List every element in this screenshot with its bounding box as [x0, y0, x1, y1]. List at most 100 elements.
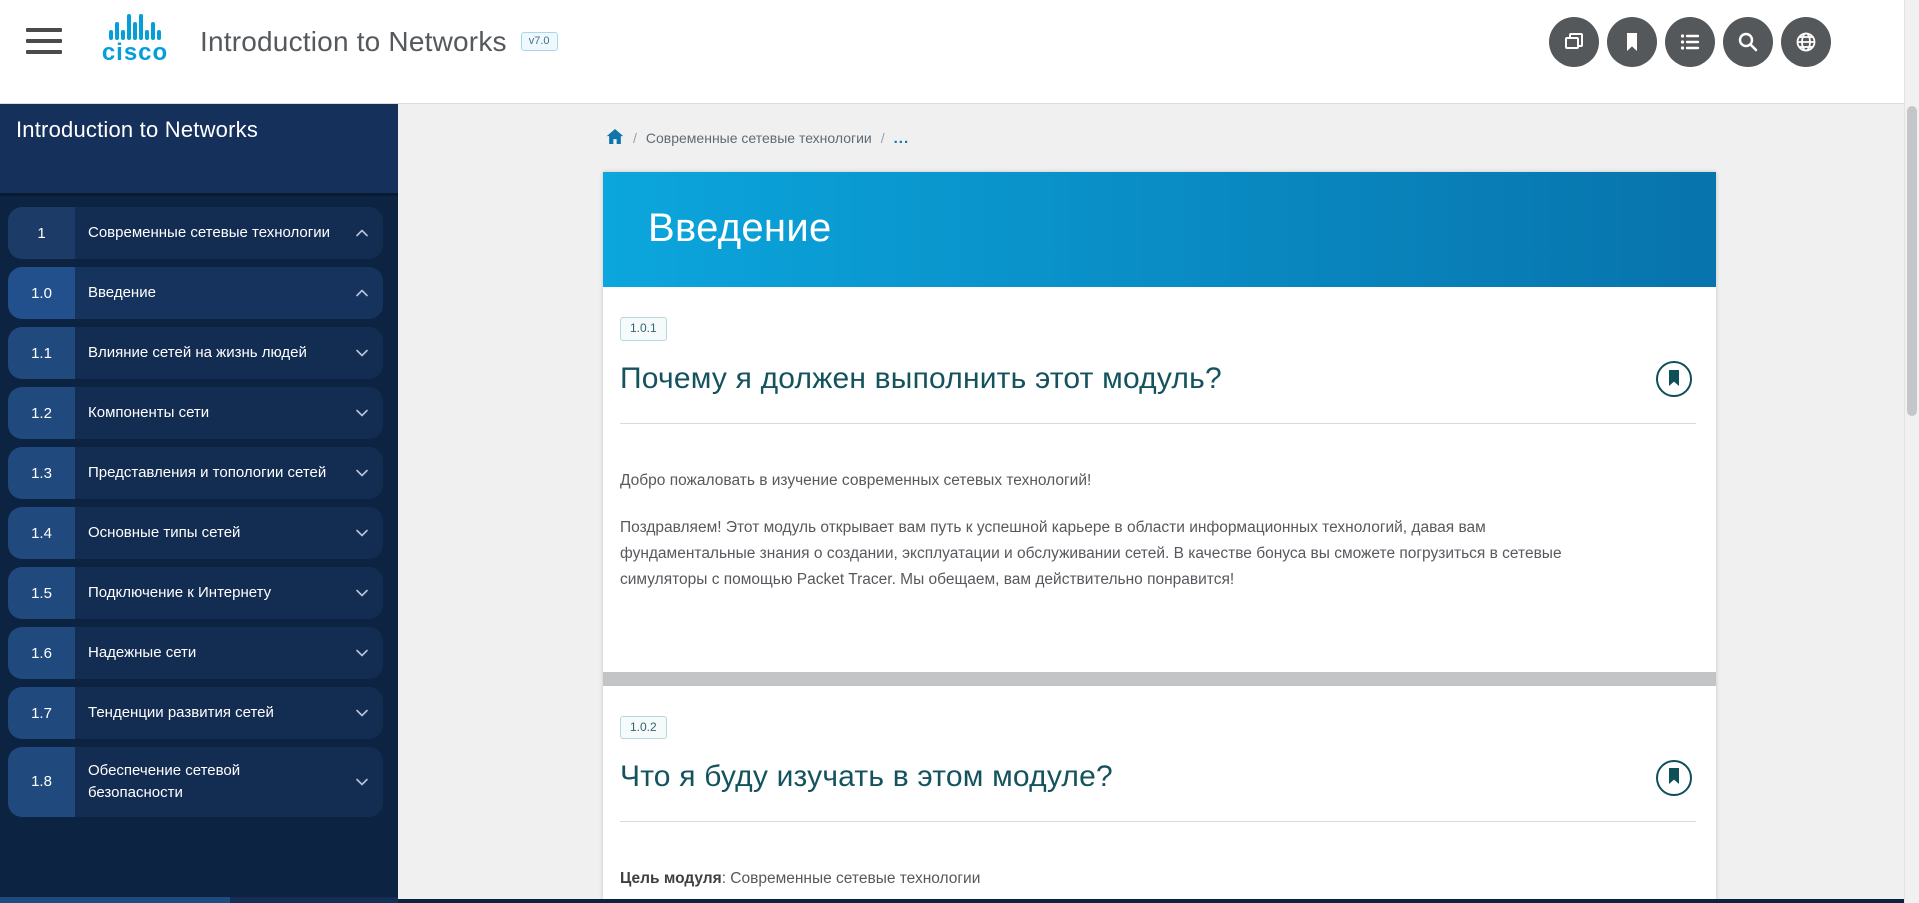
cisco-logo-bars [106, 14, 164, 40]
chevron-down-icon [341, 583, 383, 603]
nav-item-label: Подключение к Интернету [75, 569, 341, 617]
home-icon [606, 128, 624, 148]
chevron-down-icon [341, 772, 383, 792]
breadcrumb-separator: / [881, 130, 885, 146]
section-heading: Что я буду изучать в этом модуле? [620, 760, 1696, 794]
main-content: / Современные сетевые технологии / ... В… [398, 104, 1904, 903]
sidebar-nav-item[interactable]: 1.0 Введение [8, 267, 383, 319]
banner-title: Введение [603, 172, 1716, 251]
bookmark-icon [1667, 768, 1681, 787]
cisco-logo-text: cisco [102, 41, 168, 65]
content-card: Введение 1.0.1 Почему я должен выполнить… [603, 172, 1716, 903]
chevron-up-icon [341, 283, 383, 303]
breadcrumb: / Современные сетевые технологии / ... [398, 104, 1904, 172]
sidebar-nav-item[interactable]: 1.4 Основные типы сетей [8, 507, 383, 559]
nav-item-label: Введение [75, 269, 341, 317]
paragraph: Поздравляем! Этот модуль открывает вам п… [620, 515, 1590, 593]
sidebar-nav-item[interactable]: 1.7 Тенденции развития сетей [8, 687, 383, 739]
page-scrollbar[interactable] [1904, 0, 1919, 903]
nav-item-label: Тенденции развития сетей [75, 689, 341, 737]
list-icon [1677, 29, 1703, 55]
nav-item-number: 1.5 [8, 567, 75, 619]
section-divider-line [620, 821, 1696, 822]
section-heading: Почему я должен выполнить этот модуль? [620, 362, 1696, 396]
nav-item-label: Современные сетевые технологии [75, 209, 341, 257]
sidebar: Introduction to Networks 1 Современные с… [0, 104, 398, 903]
nav-item-label: Основные типы сетей [75, 509, 341, 557]
nav-item-label: Влияние сетей на жизнь людей [75, 329, 341, 377]
scrollbar-thumb[interactable] [1907, 106, 1917, 416]
page-bottom-strip [398, 899, 1904, 903]
pages-button[interactable] [1549, 17, 1599, 67]
sidebar-nav-item[interactable]: 1.8 Обеспечение сетевой безопасности [8, 747, 383, 817]
hamburger-bar [26, 28, 62, 32]
content-section: 1.0.1 Почему я должен выполнить этот мод… [603, 287, 1716, 672]
nav-item-number: 1.2 [8, 387, 75, 439]
nav-item-label: Компоненты сети [75, 389, 341, 437]
chevron-down-icon [341, 523, 383, 543]
course-nav: 1 Современные сетевые технологии 1.0 Вве… [0, 196, 398, 817]
cisco-logo: cisco [92, 14, 178, 65]
hamburger-menu-button[interactable] [26, 28, 62, 56]
nav-item-number: 1 [8, 207, 75, 259]
chevron-down-icon [341, 643, 383, 663]
search-button[interactable] [1723, 17, 1773, 67]
breadcrumb-home[interactable] [606, 128, 624, 148]
chevron-down-icon [341, 463, 383, 483]
sidebar-nav-item[interactable]: 1 Современные сетевые технологии [8, 207, 383, 259]
content-section: 1.0.2 Что я буду изучать в этом модуле? … [603, 686, 1716, 903]
nav-item-label: Обеспечение сетевой безопасности [75, 747, 341, 817]
nav-item-number: 1.7 [8, 687, 75, 739]
section-number-badge: 1.0.2 [620, 716, 667, 740]
header: cisco Introduction to Networks v7.0 [0, 0, 1919, 104]
section-divider-line [620, 423, 1696, 424]
chevron-down-icon [341, 403, 383, 423]
bookmark-section-button[interactable] [1656, 361, 1692, 397]
section-body: Добро пожаловать в изучение современных … [620, 468, 1696, 593]
course-title: Introduction to Networks [200, 26, 507, 58]
section-banner: Введение [603, 172, 1716, 287]
sidebar-bottom-strip [0, 897, 398, 903]
version-badge: v7.0 [521, 32, 558, 51]
sidebar-nav-item[interactable]: 1.1 Влияние сетей на жизнь людей [8, 327, 383, 379]
section-number-badge: 1.0.1 [620, 317, 667, 341]
section-separator-bar [603, 672, 1716, 686]
table-of-contents-button[interactable] [1665, 17, 1715, 67]
sidebar-header: Introduction to Networks [0, 104, 398, 196]
nav-item-label: Представления и топологии сетей [75, 449, 341, 497]
nav-item-number: 1.4 [8, 507, 75, 559]
language-button[interactable] [1781, 17, 1831, 67]
search-icon [1735, 29, 1761, 55]
sidebar-nav-item[interactable]: 1.3 Представления и топологии сетей [8, 447, 383, 499]
sidebar-course-title: Introduction to Networks [16, 117, 382, 143]
bookmarks-button[interactable] [1607, 17, 1657, 67]
chevron-down-icon [341, 703, 383, 723]
paragraph: Добро пожаловать в изучение современных … [620, 468, 1590, 494]
breadcrumb-module-link[interactable]: Современные сетевые технологии [646, 130, 872, 146]
hamburger-bar [26, 39, 62, 43]
sidebar-nav-item[interactable]: 1.2 Компоненты сети [8, 387, 383, 439]
bookmark-section-button[interactable] [1656, 760, 1692, 796]
chevron-up-icon [341, 223, 383, 243]
header-actions [1549, 17, 1831, 67]
sections-container: 1.0.1 Почему я должен выполнить этот мод… [603, 287, 1716, 903]
bookmark-icon [1619, 29, 1645, 55]
nav-item-number: 1.0 [8, 267, 75, 319]
globe-icon [1793, 29, 1819, 55]
pages-icon [1561, 29, 1587, 55]
nav-item-number: 1.1 [8, 327, 75, 379]
breadcrumb-ellipsis[interactable]: ... [894, 130, 910, 147]
sidebar-nav-item[interactable]: 1.6 Надежные сети [8, 627, 383, 679]
hamburger-bar [26, 50, 62, 54]
nav-item-label: Надежные сети [75, 629, 341, 677]
nav-item-number: 1.6 [8, 627, 75, 679]
nav-item-number: 1.8 [8, 747, 75, 817]
chevron-down-icon [341, 343, 383, 363]
breadcrumb-separator: / [633, 130, 637, 146]
paragraph: Цель модуля: Современные сетевые техноло… [620, 866, 1590, 892]
sidebar-nav-item[interactable]: 1.5 Подключение к Интернету [8, 567, 383, 619]
nav-item-number: 1.3 [8, 447, 75, 499]
bookmark-icon [1667, 370, 1681, 389]
app-root: cisco Introduction to Networks v7.0 [0, 0, 1919, 903]
section-body: Цель модуля: Современные сетевые техноло… [620, 866, 1696, 892]
